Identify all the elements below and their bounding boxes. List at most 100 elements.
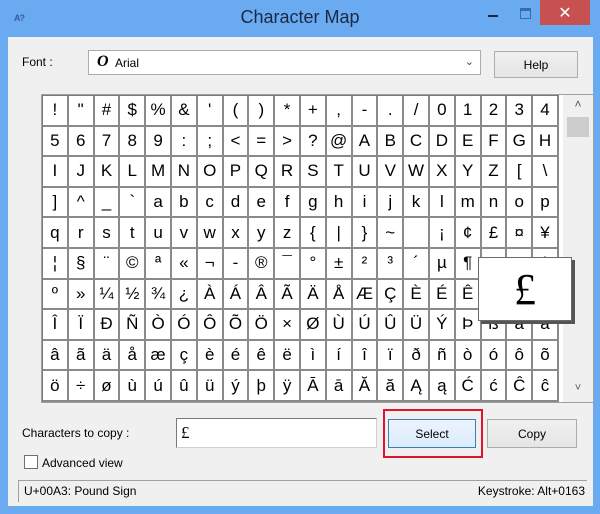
character-cell[interactable]: q	[43, 218, 69, 249]
character-cell[interactable]: ù	[120, 371, 147, 402]
character-cell[interactable]: ©	[120, 248, 147, 280]
character-cell[interactable]: ã	[68, 340, 95, 372]
character-cell[interactable]: H	[533, 126, 559, 158]
character-cell[interactable]: ²	[352, 248, 379, 280]
character-cell[interactable]: p	[533, 187, 559, 219]
character-cell[interactable]: "	[68, 96, 95, 127]
character-cell[interactable]: '	[197, 96, 224, 127]
character-cell[interactable]: 1	[455, 96, 482, 127]
character-cell[interactable]: -	[352, 96, 379, 127]
character-cell[interactable]: /	[404, 96, 430, 127]
advanced-view-label[interactable]: Advanced view	[42, 456, 123, 470]
character-cell[interactable]: [	[507, 157, 534, 188]
character-cell[interactable]: µ	[429, 248, 456, 280]
character-cell[interactable]: >	[275, 126, 301, 158]
title-bar[interactable]: A? Character Map ✕	[0, 0, 600, 37]
character-cell[interactable]: À	[197, 279, 224, 311]
character-cell[interactable]: ð	[404, 340, 430, 372]
character-cell[interactable]: J	[68, 157, 95, 188]
character-cell[interactable]: Ý	[429, 310, 456, 341]
character-cell[interactable]: X	[429, 157, 456, 188]
character-cell[interactable]: A	[352, 126, 379, 158]
character-cell[interactable]: ä	[94, 340, 121, 372]
character-cell[interactable]: Ô	[197, 310, 224, 341]
character-cell[interactable]: f	[275, 187, 301, 219]
character-cell[interactable]: ¢	[455, 218, 482, 249]
character-cell[interactable]: ®	[249, 248, 276, 280]
character-cell[interactable]: â	[43, 340, 69, 372]
character-cell[interactable]: 5	[43, 126, 69, 158]
character-cell[interactable]: *	[275, 96, 301, 127]
character-cell[interactable]: 4	[533, 96, 559, 127]
character-cell[interactable]: P	[223, 157, 250, 188]
character-cell[interactable]: Ä	[300, 279, 327, 311]
character-cell[interactable]: Ó	[171, 310, 198, 341]
character-cell[interactable]: C	[404, 126, 430, 158]
maximize-button[interactable]	[510, 0, 540, 26]
character-cell[interactable]: Á	[223, 279, 250, 311]
character-cell[interactable]: Ï	[68, 310, 95, 341]
character-cell[interactable]: Ā	[300, 371, 327, 402]
character-cell[interactable]: ā	[326, 371, 353, 402]
character-cell[interactable]: s	[94, 218, 121, 249]
character-cell[interactable]: S	[300, 157, 327, 188]
character-cell[interactable]: i	[352, 187, 379, 219]
character-cell[interactable]: ç	[171, 340, 198, 372]
character-cell[interactable]: ¬	[197, 248, 224, 280]
help-button[interactable]: Help	[494, 51, 578, 78]
vertical-scrollbar[interactable]: ˄ ˅	[563, 95, 593, 402]
character-cell[interactable]: Õ	[223, 310, 250, 341]
character-cell[interactable]: Ú	[352, 310, 379, 341]
character-cell[interactable]: .	[378, 96, 405, 127]
character-cell[interactable]: ø	[94, 371, 121, 402]
character-cell[interactable]: ö	[43, 371, 69, 402]
character-cell[interactable]: Æ	[352, 279, 379, 311]
character-cell[interactable]: ñ	[429, 340, 456, 372]
character-cell[interactable]: V	[378, 157, 405, 188]
character-cell[interactable]: ý	[223, 371, 250, 402]
character-cell[interactable]: «	[171, 248, 198, 280]
character-cell[interactable]: ,	[326, 96, 353, 127]
character-cell[interactable]: e	[249, 187, 276, 219]
character-cell[interactable]: ć	[481, 371, 508, 402]
character-cell[interactable]: N	[171, 157, 198, 188]
character-cell[interactable]: ª	[146, 248, 172, 280]
character-cell[interactable]: Ñ	[120, 310, 147, 341]
character-cell[interactable]: Ò	[146, 310, 172, 341]
character-cell[interactable]: ³	[378, 248, 405, 280]
character-cell[interactable]: í	[326, 340, 353, 372]
character-cell[interactable]: æ	[146, 340, 172, 372]
character-cell[interactable]: ½	[120, 279, 147, 311]
character-cell[interactable]: 8	[120, 126, 147, 158]
character-cell[interactable]: y	[249, 218, 276, 249]
character-cell[interactable]: ±	[326, 248, 353, 280]
character-cell[interactable]: Ð	[94, 310, 121, 341]
scrollbar-thumb[interactable]	[567, 117, 589, 137]
character-cell[interactable]: 7	[94, 126, 121, 158]
character-cell[interactable]: ]	[43, 187, 69, 219]
scroll-up-arrow-icon[interactable]: ˄	[563, 97, 593, 115]
character-cell[interactable]: <	[223, 126, 250, 158]
character-cell[interactable]: Ö	[249, 310, 276, 341]
character-cell[interactable]: ~	[378, 218, 405, 249]
character-cell[interactable]: n	[481, 187, 508, 219]
character-cell[interactable]: %	[146, 96, 172, 127]
character-cell[interactable]: {	[300, 218, 327, 249]
character-cell[interactable]: ÿ	[275, 371, 301, 402]
character-cell[interactable]: ă	[378, 371, 405, 402]
character-cell[interactable]: !	[43, 96, 69, 127]
character-cell[interactable]: a	[146, 187, 172, 219]
character-cell[interactable]: L	[120, 157, 147, 188]
character-cell[interactable]: w	[197, 218, 224, 249]
character-cell[interactable]: Ă	[352, 371, 379, 402]
character-cell[interactable]: +	[300, 96, 327, 127]
scroll-down-arrow-icon[interactable]: ˅	[563, 382, 593, 400]
character-cell[interactable]: d	[223, 187, 250, 219]
character-cell[interactable]: Ø	[300, 310, 327, 341]
character-cell[interactable]: )	[249, 96, 276, 127]
character-cell[interactable]: 3	[507, 96, 534, 127]
character-grid[interactable]: ! " # $% & '() * +, -./0 1 2 3 4 5 6 7 8 9:; < = >? @ A B C D E F G H…	[42, 95, 559, 402]
character-cell[interactable]: ü	[197, 371, 224, 402]
character-cell[interactable]: é	[223, 340, 250, 372]
character-cell[interactable]: ë	[275, 340, 301, 372]
